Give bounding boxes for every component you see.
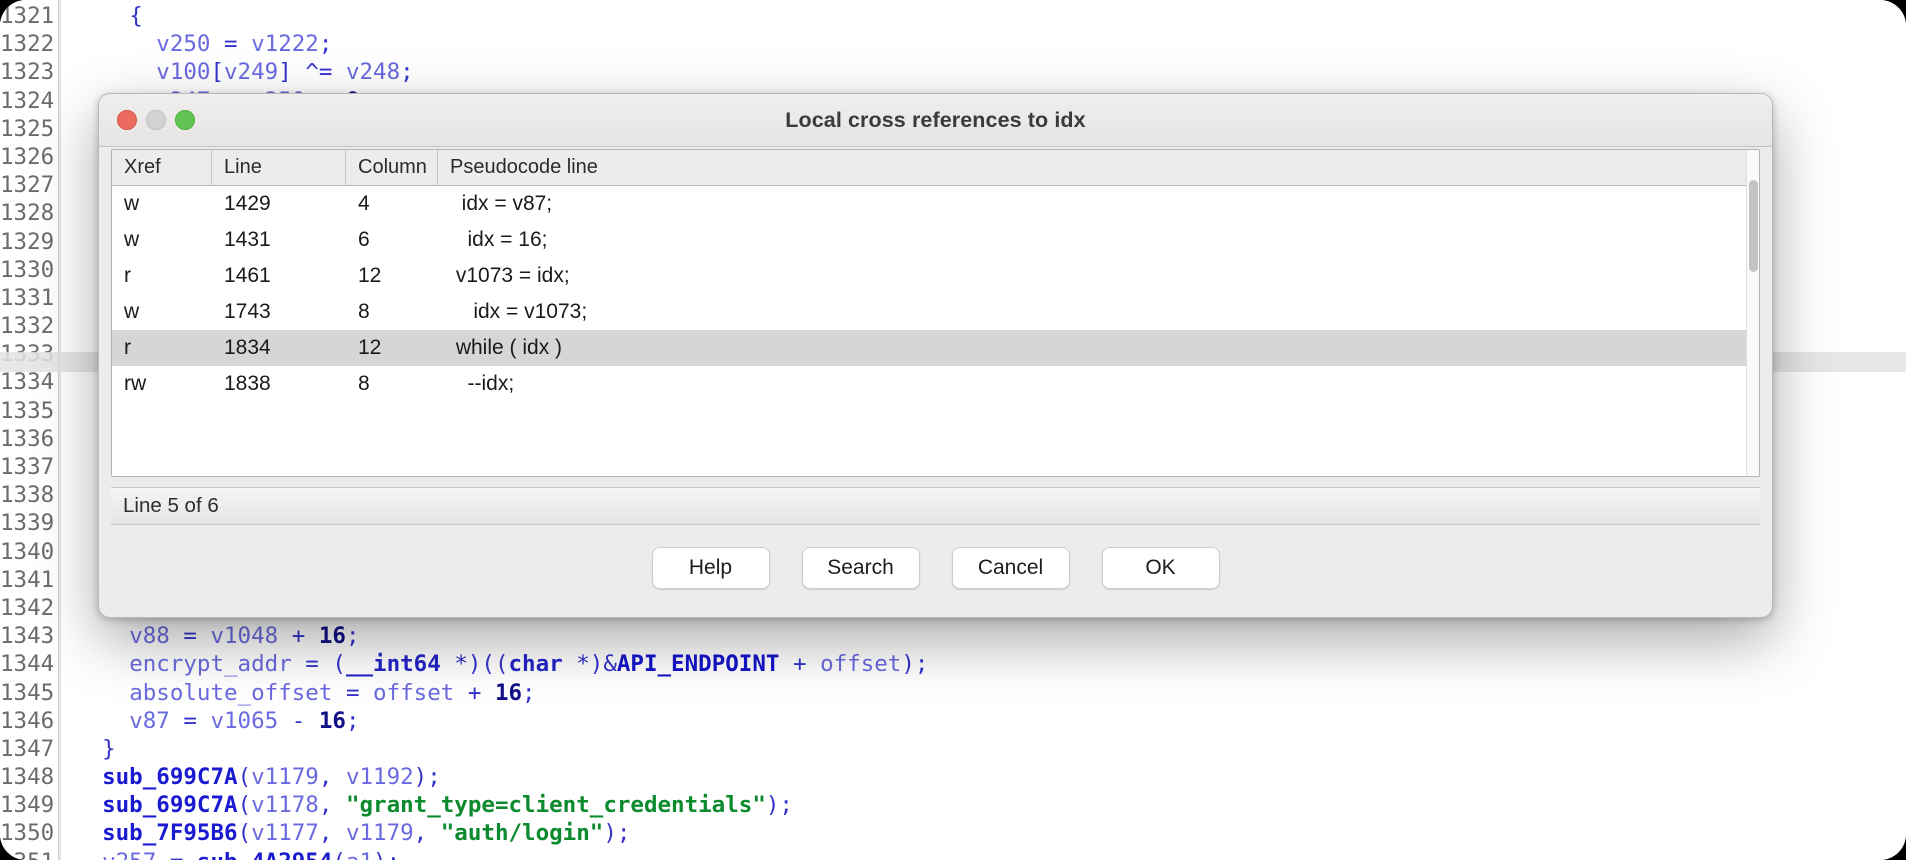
line-number: 1326	[0, 143, 55, 170]
line-number: 1328	[0, 200, 55, 227]
cell-xref: w	[124, 300, 140, 323]
line-number: 1347	[0, 735, 55, 762]
cell-xref: r	[124, 336, 131, 359]
line-number: 1322	[0, 31, 55, 58]
cell-column: 6	[358, 228, 370, 251]
cell-pseudocode: v1073 = idx;	[450, 264, 570, 287]
cell-pseudocode: while ( idx )	[450, 336, 563, 359]
column-header-line[interactable]: Line	[212, 150, 346, 185]
table-row[interactable]: w 1429 4 idx = v87;	[112, 186, 1759, 222]
code-line: v250 = v1222;	[156, 31, 333, 58]
line-number: 1349	[0, 792, 55, 819]
code-line: {	[129, 3, 143, 29]
cell-pseudocode: idx = 16;	[450, 228, 548, 251]
line-number: 1321	[0, 3, 55, 29]
cell-xref: w	[124, 192, 140, 215]
minimize-button[interactable]	[146, 110, 166, 130]
line-number: 1342	[0, 594, 55, 621]
line-number: 1351	[0, 848, 58, 860]
xrefs-dialog: Local cross references to idx Xref Line …	[98, 93, 1773, 618]
cell-column: 8	[358, 372, 370, 395]
line-number: 1343	[0, 623, 55, 650]
cell-line: 1429	[224, 192, 271, 215]
code-line: sub_699C7A(v1179, v1192);	[102, 764, 441, 791]
cell-column: 8	[358, 300, 370, 323]
close-button[interactable]	[117, 110, 137, 130]
cell-line: 1743	[224, 300, 271, 323]
column-header-column[interactable]: Column	[346, 150, 438, 185]
cell-column: 12	[358, 336, 382, 359]
line-number: 1341	[0, 566, 55, 593]
table-row[interactable]: w 1743 8 idx = v1073;	[112, 294, 1759, 330]
cell-line: 1838	[224, 372, 271, 395]
line-number: 1345	[0, 679, 55, 706]
line-number: 1335	[0, 397, 55, 424]
code-line: v88 = v1048 + 16;	[129, 623, 360, 650]
line-number: 1336	[0, 425, 55, 452]
code-line: }	[102, 735, 116, 762]
line-number: 1324	[0, 87, 55, 114]
line-number: 1323	[0, 59, 55, 86]
table-row[interactable]: r 1461 12 v1073 = idx;	[112, 258, 1759, 294]
line-number: 1325	[0, 115, 55, 142]
cell-pseudocode: --idx;	[450, 372, 515, 395]
status-text: Line 5 of 6	[123, 494, 219, 517]
line-number: 1331	[0, 284, 55, 311]
cell-xref: rw	[124, 372, 147, 395]
code-line: encrypt_addr = (__int64 *)((char *)&API_…	[129, 651, 929, 678]
dialog-button-bar: Help Search Cancel OK	[111, 525, 1760, 617]
code-line: v87 = v1065 - 16;	[129, 707, 360, 734]
table-row[interactable]: w 1431 6 idx = 16;	[112, 222, 1759, 258]
line-number: 1329	[0, 228, 55, 255]
table-vertical-scrollbar[interactable]	[1746, 150, 1759, 476]
table-header-row: Xref Line Column Pseudocode line	[112, 150, 1759, 186]
table-body: w 1429 4 idx = v87; w 1431 6 idx = 16; r 1461 12…	[112, 186, 1759, 476]
line-number: 1344	[0, 651, 55, 678]
line-number: 1337	[0, 454, 55, 480]
cell-pseudocode: idx = v87;	[450, 192, 553, 215]
line-number: 1338	[0, 482, 55, 509]
table-row[interactable]: rw 1838 8 --idx;	[112, 366, 1759, 402]
line-number: 1346	[0, 707, 55, 734]
app-window: 1321 1322 1323 1324 1325 1326 1327 1328 1329 1330…	[0, 0, 1906, 860]
cancel-button[interactable]: Cancel	[951, 547, 1070, 589]
cell-column: 4	[358, 192, 370, 215]
code-line: v257 = sub_4A2954(a1);	[75, 848, 1906, 860]
table-row[interactable]: r 1834 12 while ( idx )	[112, 330, 1759, 366]
code-line: absolute_offset = offset + 16;	[129, 679, 536, 706]
line-number: 1340	[0, 538, 55, 565]
window-controls	[117, 110, 195, 130]
line-number: 1334	[0, 369, 55, 396]
line-number: 1348	[0, 764, 55, 791]
xrefs-table[interactable]: Xref Line Column Pseudocode line w 1429 4 …	[111, 149, 1760, 477]
cell-column: 12	[358, 264, 382, 287]
cell-line: 1431	[224, 228, 271, 251]
dialog-title: Local cross references to idx	[785, 107, 1086, 132]
cell-xref: w	[124, 228, 140, 251]
line-number: 1339	[0, 510, 55, 537]
search-button[interactable]: Search	[801, 547, 920, 589]
cell-xref: r	[124, 264, 131, 287]
code-line: v100[v249] ^= v248;	[156, 59, 414, 86]
cell-line: 1834	[224, 336, 271, 359]
ok-button[interactable]: OK	[1101, 547, 1220, 589]
zoom-button[interactable]	[175, 110, 195, 130]
dialog-body: Xref Line Column Pseudocode line w 1429 4 …	[99, 147, 1772, 617]
code-line: sub_7F95B6(v1177, v1179, "auth/login");	[102, 820, 631, 847]
line-number: 1330	[0, 256, 55, 283]
line-number: 1327	[0, 172, 55, 199]
code-line: sub_699C7A(v1178, "grant_type=client_cre…	[102, 792, 793, 819]
line-number: 1332	[0, 313, 55, 340]
cell-pseudocode: idx = v1073;	[450, 300, 588, 323]
help-button[interactable]: Help	[651, 547, 770, 589]
cell-line: 1461	[224, 264, 271, 287]
column-header-xref[interactable]: Xref	[112, 150, 212, 185]
dialog-titlebar[interactable]: Local cross references to idx	[99, 94, 1772, 147]
column-header-pseudocode[interactable]: Pseudocode line	[438, 150, 1759, 185]
status-bar: Line 5 of 6	[111, 487, 1760, 525]
line-number-gutter: 1321 1322 1323 1324 1325 1326 1327 1328 1329 1330…	[0, 0, 58, 860]
line-number: 1350	[0, 820, 55, 847]
scrollbar-thumb[interactable]	[1749, 180, 1758, 272]
